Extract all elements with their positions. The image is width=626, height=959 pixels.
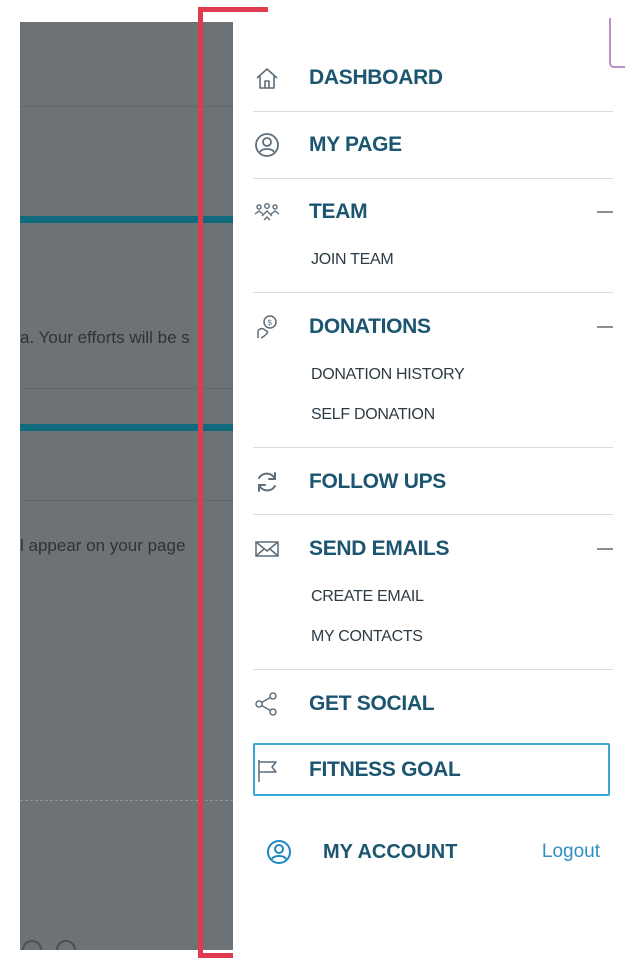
menu-divider [253,292,613,293]
user-circle-icon [265,837,299,867]
share-icon [253,689,287,719]
menu-item-label: FITNESS GOAL [309,758,461,781]
user-circle-icon [253,130,287,160]
menu-item-label: FOLLOW UPS [309,470,446,493]
menu-item-label: MY PAGE [309,133,402,156]
submenu-item-my-contacts[interactable]: MY CONTACTS [311,628,423,646]
menu-divider [253,447,613,448]
collapse-toggle[interactable] [597,211,613,213]
menu-item-label: GET SOCIAL [309,692,435,715]
submenu-item-join-team[interactable]: JOIN TEAM [311,251,394,269]
background-control [56,940,76,950]
menu-item-get-social[interactable]: GET SOCIAL [253,687,613,721]
collapse-toggle[interactable] [597,548,613,550]
refresh-icon [253,467,287,497]
home-icon [253,63,287,93]
menu-item-label: SEND EMAILS [309,537,450,560]
submenu-item-create-email[interactable]: CREATE EMAIL [311,588,424,606]
menu-divider [253,111,613,112]
my-account-link[interactable]: MY ACCOUNT [323,841,457,864]
donation-icon: $ [253,312,287,342]
menu-item-label: TEAM [309,200,368,223]
background-text: l appear on your page [20,536,186,555]
menu-item-label: DASHBOARD [309,66,443,89]
menu-item-fitness-goal[interactable]: FITNESS GOAL [253,753,613,787]
navigation-menu: DASHBOARD MY PAGE TEAM JOIN TEAM $ DONAT… [233,18,626,959]
menu-item-label: DONATIONS [309,315,431,338]
collapse-toggle[interactable] [597,326,613,328]
account-row: MY ACCOUNT Logout [253,835,613,869]
menu-item-my-page[interactable]: MY PAGE [253,128,613,162]
background-text: a. Your efforts will be s [20,328,190,347]
menu-item-follow-ups[interactable]: FOLLOW UPS [253,465,613,499]
bracket-vertical [198,7,203,958]
team-icon [253,197,287,227]
menu-divider [253,514,613,515]
envelope-icon [253,534,287,564]
menu-item-donations[interactable]: $ DONATIONS [253,310,613,344]
submenu-item-donation-history[interactable]: DONATION HISTORY [311,366,465,384]
svg-text:$: $ [267,318,272,327]
background-control [22,940,42,950]
logout-link[interactable]: Logout [542,841,600,863]
menu-divider [253,178,613,179]
submenu-item-self-donation[interactable]: SELF DONATION [311,406,435,424]
bracket-top [198,7,268,12]
menu-divider [253,669,613,670]
menu-item-dashboard[interactable]: DASHBOARD [253,61,613,95]
menu-item-team[interactable]: TEAM [253,195,613,229]
flag-icon [253,755,287,785]
menu-item-send-emails[interactable]: SEND EMAILS [253,532,613,566]
